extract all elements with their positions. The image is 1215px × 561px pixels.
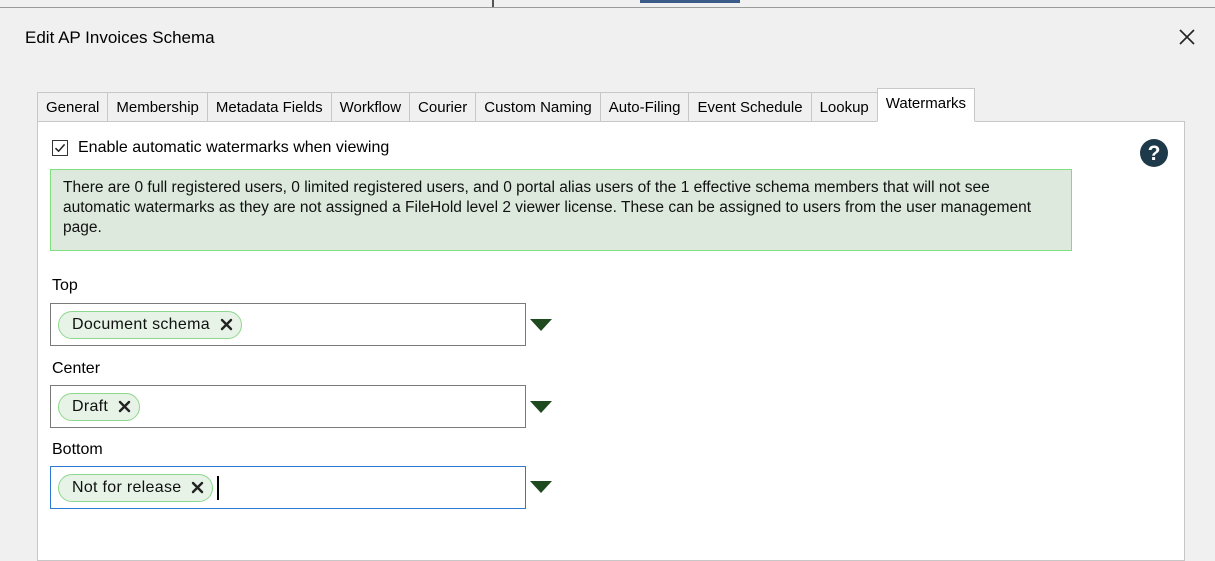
bottom-watermark-input[interactable]: Not for release: [50, 466, 526, 509]
tab-strip: General Membership Metadata Fields Workf…: [37, 88, 976, 122]
tab-membership[interactable]: Membership: [108, 92, 208, 122]
tab-event-schedule[interactable]: Event Schedule: [689, 92, 812, 122]
enable-watermarks-checkbox[interactable]: [52, 140, 68, 156]
top-tag-label: Document schema: [72, 315, 210, 333]
center-tag-chip: Draft: [58, 392, 141, 421]
center-dropdown-button[interactable]: [529, 399, 553, 415]
svg-text:?: ?: [1148, 142, 1161, 165]
checkmark-icon: [54, 143, 66, 153]
remove-x-icon[interactable]: [220, 318, 233, 331]
top-dropdown-button[interactable]: [529, 317, 553, 333]
top-field-label: Top: [52, 277, 78, 294]
bottom-field-label: Bottom: [52, 441, 103, 458]
close-button[interactable]: [1172, 22, 1202, 52]
help-icon: ?: [1140, 139, 1168, 167]
top-tag-chip: Document schema: [58, 310, 242, 339]
tab-metadata-fields[interactable]: Metadata Fields: [207, 92, 332, 122]
tab-custom-naming[interactable]: Custom Naming: [476, 92, 601, 122]
window-title: Edit AP Invoices Schema: [25, 28, 215, 47]
tab-lookup[interactable]: Lookup: [811, 92, 878, 122]
close-icon: [1179, 29, 1195, 45]
center-tag-label: Draft: [72, 397, 109, 415]
center-field-label: Center: [52, 360, 101, 377]
top-edge: [0, 0, 1215, 8]
tab-courier[interactable]: Courier: [410, 92, 477, 122]
tab-auto-filing[interactable]: Auto-Filing: [600, 92, 690, 122]
bottom-tag-chip: Not for release: [58, 473, 214, 502]
help-button[interactable]: ?: [1138, 137, 1170, 169]
enable-watermarks-checkbox-row[interactable]: Enable automatic watermarks when viewing: [52, 137, 389, 159]
dropdown-arrow-icon: [530, 319, 552, 331]
center-watermark-input[interactable]: Draft: [50, 385, 526, 428]
text-cursor: [217, 475, 220, 500]
top-watermark-input[interactable]: Document schema: [50, 303, 526, 346]
tab-workflow[interactable]: Workflow: [331, 92, 411, 122]
top-edge-line: [0, 7, 1215, 8]
tab-watermarks[interactable]: Watermarks: [876, 88, 976, 122]
remove-x-icon[interactable]: [118, 400, 131, 413]
top-edge-accent: [640, 0, 740, 3]
bottom-tag-label: Not for release: [72, 478, 182, 496]
remove-x-icon[interactable]: [191, 481, 204, 494]
bottom-dropdown-button[interactable]: [529, 479, 553, 495]
enable-watermarks-label: Enable automatic watermarks when viewing: [78, 139, 390, 156]
dropdown-arrow-icon: [530, 401, 552, 413]
license-notice: There are 0 full registered users, 0 lim…: [50, 169, 1072, 251]
dropdown-arrow-icon: [530, 481, 552, 493]
tab-general[interactable]: General: [37, 92, 109, 122]
